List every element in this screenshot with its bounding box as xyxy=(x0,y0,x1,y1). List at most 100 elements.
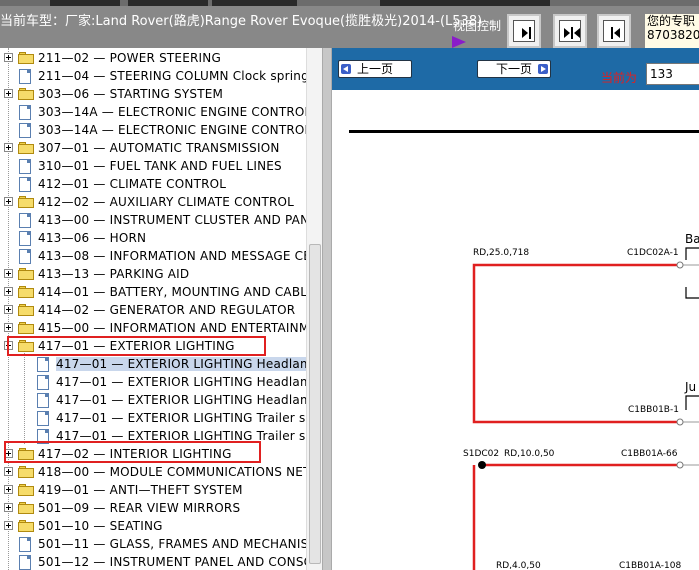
folder-icon xyxy=(18,502,34,514)
expand-plus-icon[interactable] xyxy=(4,197,13,206)
document-icon xyxy=(19,123,31,138)
tree-item[interactable]: 211—02 — POWER STEERING xyxy=(0,49,306,67)
view-expand-right-button[interactable] xyxy=(507,14,541,48)
user-info-panel: 您的专职 8703820€ xyxy=(645,14,699,48)
prev-page-button[interactable]: 上一页 xyxy=(338,60,413,78)
tree-item-label: 211—04 — STEERING COLUMN Clock spring xyxy=(38,69,306,83)
component-label-ju: Ju xyxy=(685,380,697,394)
tree-item[interactable]: 417—01 — EXTERIOR LIGHTING Trailer socke… xyxy=(0,409,306,427)
tree-item[interactable]: 211—04 — STEERING COLUMN Clock spring xyxy=(0,67,306,85)
folder-icon xyxy=(18,304,34,316)
tree-item-label: 303—14A — ELECTRONIC ENGINE CONTROLS xyxy=(38,123,306,137)
tree-item-label: 417—01 — EXTERIOR LIGHTING Headlamps xyxy=(56,357,306,371)
expand-plus-icon[interactable] xyxy=(4,269,13,278)
tree-item[interactable]: 415—00 — INFORMATION AND ENTERTAINMENT xyxy=(0,319,306,337)
highlight-box-interior-lighting xyxy=(4,441,261,463)
page-number-input[interactable] xyxy=(646,63,699,85)
folder-icon xyxy=(18,88,34,100)
tree-item[interactable]: 501—12 — INSTRUMENT PANEL AND CONSOLE xyxy=(0,553,306,570)
expand-plus-icon[interactable] xyxy=(4,521,13,530)
connector-label-c1dc02a-1: C1DC02A-1 xyxy=(627,248,679,258)
view-split-button[interactable] xyxy=(553,14,587,48)
tree-item-label: 415—00 — INFORMATION AND ENTERTAINMENT xyxy=(38,321,306,335)
tree-item[interactable]: 414—01 — BATTERY, MOUNTING AND CABLES xyxy=(0,283,306,301)
view-expand-left-button[interactable] xyxy=(597,14,631,48)
tree-item-label: 414—01 — BATTERY, MOUNTING AND CABLES xyxy=(38,285,306,299)
tree-item[interactable]: 501—09 — REAR VIEW MIRRORS xyxy=(0,499,306,517)
view-control-label: 视图控制 xyxy=(453,19,502,33)
tree-item[interactable]: 310—01 — FUEL TANK AND FUEL LINES xyxy=(0,157,306,175)
folder-icon xyxy=(18,322,34,334)
tree-item[interactable]: 417—01 — EXTERIOR LIGHTING Headlamps xyxy=(0,355,306,373)
document-icon xyxy=(19,249,31,264)
tree-item-label: 310—01 — FUEL TANK AND FUEL LINES xyxy=(38,159,282,173)
connector-label-c1bb01a-108: C1BB01A-108 xyxy=(619,561,682,570)
tree-item[interactable]: 414—02 — GENERATOR AND REGULATOR xyxy=(0,301,306,319)
expand-plus-icon[interactable] xyxy=(4,485,13,494)
prev-page-label: 上一页 xyxy=(357,62,394,76)
tree-scroll-thumb[interactable] xyxy=(309,244,321,564)
folder-icon xyxy=(18,196,34,208)
tree-scrollbar[interactable] xyxy=(306,48,322,570)
tree-item[interactable]: 307—01 — AUTOMATIC TRANSMISSION xyxy=(0,139,306,157)
document-icon xyxy=(19,213,31,228)
tree-item-label: 419—01 — ANTI—THEFT SYSTEM xyxy=(38,483,243,497)
tree-item-label: 501—11 — GLASS, FRAMES AND MECHANISMS xyxy=(38,537,306,551)
expand-plus-icon[interactable] xyxy=(4,467,13,476)
page-navigation-bar: 上一页 下一页 xyxy=(332,48,699,90)
tree-item-label: 417—01 — EXTERIOR LIGHTING Headlamps xyxy=(56,393,306,407)
next-page-button[interactable]: 下一页 xyxy=(477,60,552,78)
wire-label-rd-25: RD,25.0,718 xyxy=(473,248,530,258)
tree-item-label: 501—09 — REAR VIEW MIRRORS xyxy=(38,501,241,515)
tree-item-label: 211—02 — POWER STEERING xyxy=(38,51,221,65)
tree-item[interactable]: 501—10 — SEATING xyxy=(0,517,306,535)
arrow-left-bar-icon xyxy=(611,27,620,39)
red-wire-loop-upper xyxy=(472,263,680,424)
splice-label-s1dc02: S1DC02 xyxy=(463,449,500,459)
tree-item-label: 501—12 — INSTRUMENT PANEL AND CONSOLE xyxy=(38,555,306,569)
expand-plus-icon[interactable] xyxy=(4,53,13,62)
expand-plus-icon[interactable] xyxy=(4,323,13,332)
tree-item[interactable]: 413—13 — PARKING AID xyxy=(0,265,306,283)
next-page-label: 下一页 xyxy=(496,62,533,76)
tree-item[interactable]: 501—11 — GLASS, FRAMES AND MECHANISMS xyxy=(0,535,306,553)
folder-icon xyxy=(18,466,34,478)
tree-item-label: 303—14A — ELECTRONIC ENGINE CONTROLS xyxy=(38,105,306,119)
current-page-label: 当前为 xyxy=(601,71,638,85)
tree-item[interactable]: 413—08 — INFORMATION AND MESSAGE CENTER xyxy=(0,247,306,265)
connector-label-c1bb01b-1: C1BB01B-1 xyxy=(628,405,679,415)
tree-item-label: 303—06 — STARTING SYSTEM xyxy=(38,87,224,101)
tree-item[interactable]: 417—01 — EXTERIOR LIGHTING Headlamps xyxy=(0,373,306,391)
tree-item[interactable]: 417—01 — EXTERIOR LIGHTING Headlamps xyxy=(0,391,306,409)
document-icon xyxy=(19,159,31,174)
tree-item-label: 413—06 — HORN xyxy=(38,231,147,245)
tree-item[interactable]: 418—00 — MODULE COMMUNICATIONS NETWORK xyxy=(0,463,306,481)
tree-item[interactable]: 303—06 — STARTING SYSTEM xyxy=(0,85,306,103)
tree-item[interactable]: 413—06 — HORN xyxy=(0,229,306,247)
split-arrows-icon xyxy=(564,27,580,39)
document-icon xyxy=(19,231,31,246)
pane-splitter[interactable] xyxy=(322,48,332,570)
tree-item[interactable]: 412—02 — AUXILIARY CLIMATE CONTROL xyxy=(0,193,306,211)
tree-item[interactable]: 303—14A — ELECTRONIC ENGINE CONTROLS xyxy=(0,103,306,121)
connector-pin-c1bb01b-1 xyxy=(676,418,684,426)
current-vehicle-title: 当前车型：厂家:Land Rover(路虎)Range Rover Evoque… xyxy=(0,14,483,29)
tree-item-label: 412—01 — CLIMATE CONTROL xyxy=(38,177,227,191)
tree-item[interactable]: 303—14A — ELECTRONIC ENGINE CONTROLS xyxy=(0,121,306,139)
expand-plus-icon[interactable] xyxy=(4,305,13,314)
diagram-title-rule xyxy=(349,130,699,133)
prev-arrow-icon xyxy=(341,64,351,74)
tree-item-label: 307—01 — AUTOMATIC TRANSMISSION xyxy=(38,141,280,155)
document-icon xyxy=(37,393,49,408)
document-icon xyxy=(37,411,49,426)
user-info-line2: 8703820€ xyxy=(647,28,699,42)
expand-plus-icon[interactable] xyxy=(4,143,13,152)
tree-item[interactable]: 419—01 — ANTI—THEFT SYSTEM xyxy=(0,481,306,499)
expand-plus-icon[interactable] xyxy=(4,287,13,296)
expand-plus-icon[interactable] xyxy=(4,503,13,512)
tree-item[interactable]: 413—00 — INSTRUMENT CLUSTER AND PANEL xyxy=(0,211,306,229)
document-icon xyxy=(19,555,31,570)
expand-plus-icon[interactable] xyxy=(4,89,13,98)
document-icon xyxy=(37,357,49,372)
tree-item[interactable]: 412—01 — CLIMATE CONTROL xyxy=(0,175,306,193)
